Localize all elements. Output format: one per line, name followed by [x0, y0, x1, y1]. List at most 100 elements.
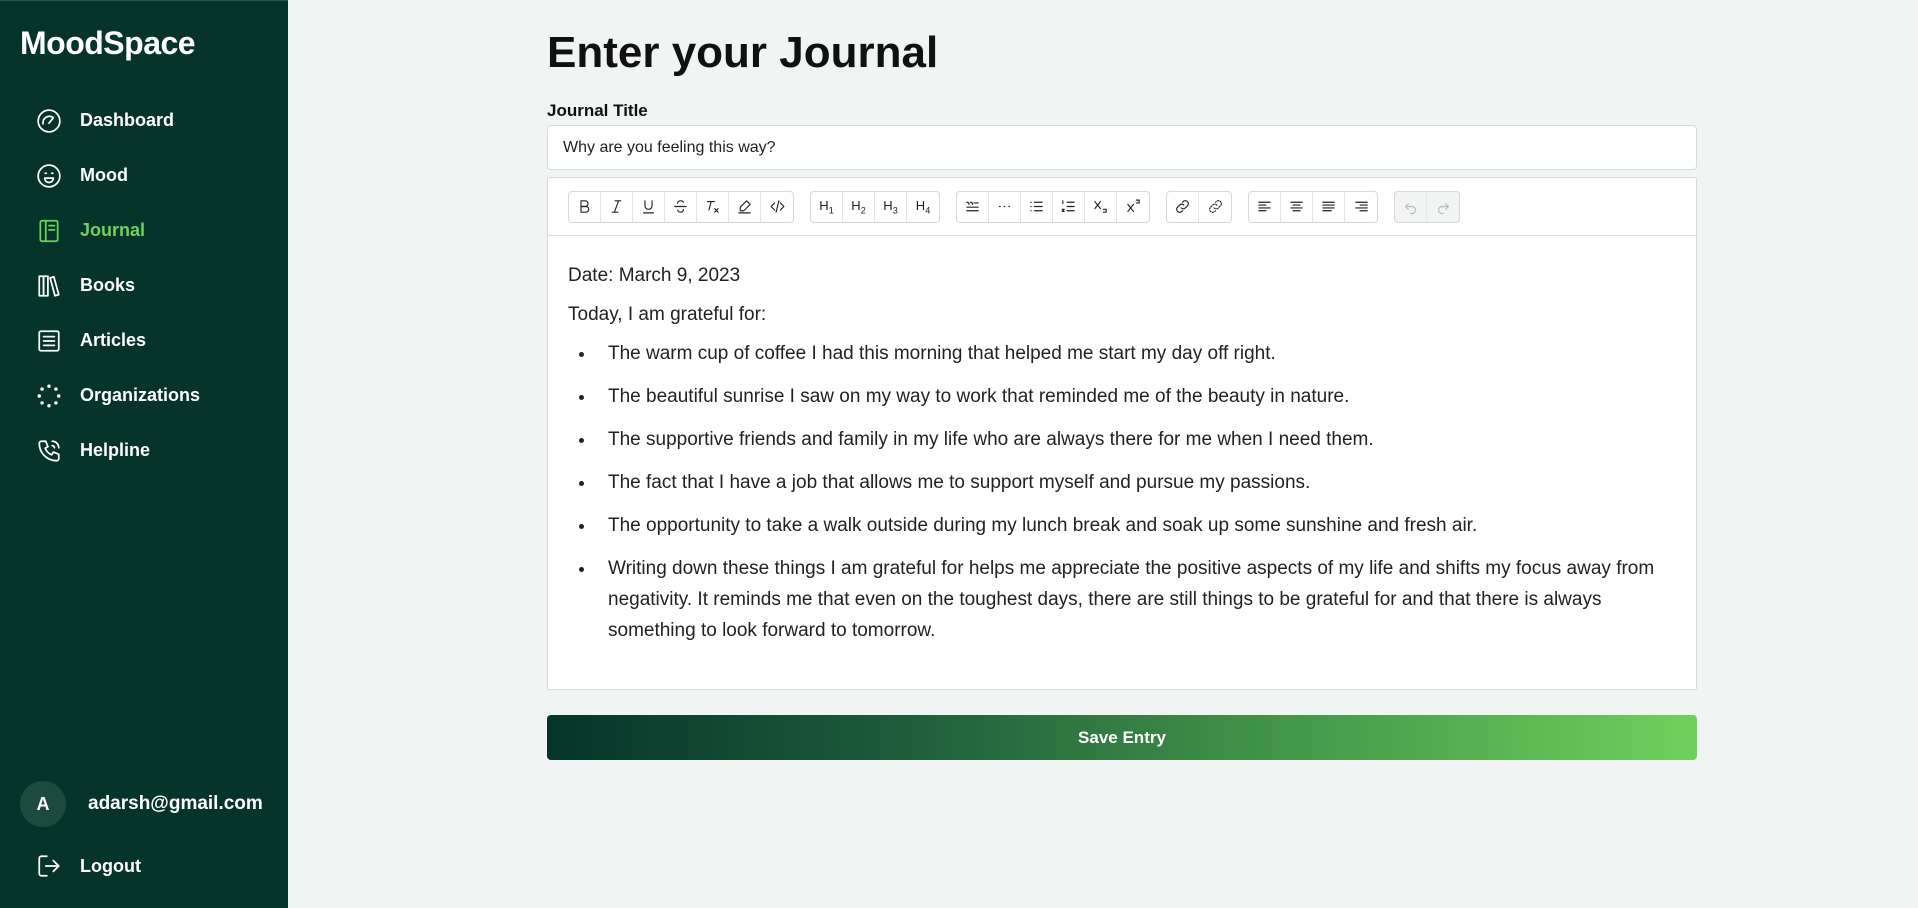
align-justify-icon: [1322, 201, 1335, 212]
sidebar-item-label: Mood: [80, 165, 128, 185]
list-item: Writing down these things I am grateful …: [596, 553, 1676, 646]
list-item: The opportunity to take a walk outside d…: [596, 510, 1676, 541]
sidebar-item-label: Journal: [80, 220, 146, 240]
gauge-icon: [36, 108, 62, 134]
superscript-button[interactable]: [1117, 192, 1149, 222]
underline-button[interactable]: [633, 191, 665, 222]
user-profile[interactable]: A adarsh@gmail.com: [20, 781, 263, 827]
redo-icon: [1437, 203, 1449, 215]
subscript-button[interactable]: [1085, 191, 1117, 222]
code-button[interactable]: [761, 192, 793, 222]
article-icon: [36, 328, 62, 354]
align-group: [1248, 190, 1378, 223]
subscript-icon: [1094, 200, 1107, 213]
rich-text-editor: H1 H2 H3 H4 Date: March 9, 2023 Today, I…: [547, 177, 1697, 690]
align-center-button[interactable]: [1281, 191, 1313, 222]
journal-title-label: Journal Title: [547, 101, 648, 120]
heading-3-label: H3: [883, 197, 898, 216]
align-justify-button[interactable]: [1313, 191, 1345, 222]
ordered-list-button[interactable]: [1053, 191, 1085, 222]
bold-button[interactable]: [569, 191, 601, 222]
italic-icon: [611, 200, 622, 213]
highlight-button[interactable]: [729, 191, 761, 222]
horizontal-rule-button[interactable]: [989, 191, 1021, 222]
italic-button[interactable]: [601, 191, 633, 222]
app-logo: MoodSpace: [20, 25, 196, 61]
horizontal-rule-icon: [998, 205, 1011, 208]
sidebar-item-books[interactable]: Books: [0, 258, 288, 313]
align-right-button[interactable]: [1345, 192, 1377, 222]
books-icon: [36, 273, 62, 299]
date-line: Date: March 9, 2023: [568, 265, 741, 286]
bullet-list-button[interactable]: [1021, 191, 1053, 222]
history-group: [1394, 190, 1460, 223]
sidebar-item-label: Helpline: [80, 440, 151, 460]
sidebar-item-journal[interactable]: Journal: [0, 203, 288, 258]
heading-1-label: H1: [819, 197, 834, 216]
blockquote-button[interactable]: [957, 191, 989, 222]
align-right-icon: [1354, 201, 1368, 212]
heading-group: H1 H2 H3 H4: [810, 190, 940, 223]
user-email: adarsh@gmail.com: [88, 793, 263, 814]
sidebar-item-organizations[interactable]: Organizations: [0, 368, 288, 423]
format-group: [568, 190, 794, 223]
superscript-icon: [1126, 199, 1140, 213]
sidebar-item-label: Books: [80, 275, 136, 295]
list-item: The warm cup of coffee I had this mornin…: [596, 338, 1676, 369]
sidebar-item-helpline[interactable]: Helpline: [0, 423, 288, 478]
heading-1-button[interactable]: H1: [811, 191, 843, 222]
align-left-button[interactable]: [1249, 191, 1281, 222]
undo-icon: [1404, 203, 1417, 215]
list-item: The supportive friends and family in my …: [596, 424, 1676, 455]
sidebar-item-mood[interactable]: Mood: [0, 148, 288, 203]
code-icon: [770, 200, 784, 213]
link-group: [1166, 190, 1232, 223]
undo-button[interactable]: [1395, 191, 1427, 222]
redo-button[interactable]: [1427, 192, 1459, 222]
notebook-icon: [36, 218, 62, 244]
link-button[interactable]: [1167, 191, 1199, 222]
blockquote-icon: [966, 201, 979, 212]
journal-title-input[interactable]: [547, 125, 1697, 170]
align-center-icon: [1290, 201, 1303, 212]
heading-4-button[interactable]: H4: [907, 192, 939, 222]
ordered-list-icon: [1061, 200, 1075, 213]
strikethrough-icon: [674, 200, 687, 213]
unlink-icon: [1208, 200, 1222, 213]
gratitude-list: The warm cup of coffee I had this mornin…: [596, 338, 1676, 646]
logout-button[interactable]: Logout: [36, 853, 141, 879]
list-item: The beautiful sunrise I saw on my way to…: [596, 381, 1676, 412]
phone-icon: [36, 438, 62, 464]
logout-icon: [38, 855, 60, 877]
editor-toolbar: H1 H2 H3 H4: [548, 178, 1696, 236]
strikethrough-button[interactable]: [665, 191, 697, 222]
highlighter-icon: [738, 200, 751, 214]
clear-format-button[interactable]: [697, 191, 729, 222]
sidebar-item-label: Organizations: [80, 385, 201, 405]
logout-label: Logout: [80, 855, 141, 876]
sidebar: MoodSpace Dashboard Mood Journal Books A…: [0, 0, 288, 908]
heading-2-label: H2: [851, 197, 866, 216]
heading-3-button[interactable]: H3: [875, 191, 907, 222]
clear-format-icon: [706, 200, 719, 213]
bold-icon: [580, 200, 590, 213]
save-entry-button[interactable]: Save Entry: [547, 715, 1697, 760]
intro-line: Today, I am grateful for:: [568, 304, 767, 325]
page-title: Enter your Journal: [547, 28, 939, 77]
sidebar-item-label: Articles: [80, 330, 147, 350]
dots-circle-icon: [36, 383, 62, 409]
sidebar-item-articles[interactable]: Articles: [0, 313, 288, 368]
link-icon: [1176, 200, 1189, 213]
sidebar-nav: Dashboard Mood Journal Books Articles Or…: [0, 93, 288, 478]
sidebar-item-dashboard[interactable]: Dashboard: [0, 93, 288, 148]
avatar: A: [20, 781, 66, 827]
heading-2-button[interactable]: H2: [843, 191, 875, 222]
underline-icon: [642, 200, 655, 214]
block-group: [956, 190, 1150, 223]
sidebar-item-label: Dashboard: [80, 110, 175, 130]
heading-4-label: H4: [915, 197, 931, 216]
editor-content[interactable]: Date: March 9, 2023 Today, I am grateful…: [548, 236, 1696, 646]
smiley-icon: [36, 163, 62, 189]
list-item: The fact that I have a job that allows m…: [596, 467, 1676, 498]
unlink-button[interactable]: [1199, 192, 1231, 222]
